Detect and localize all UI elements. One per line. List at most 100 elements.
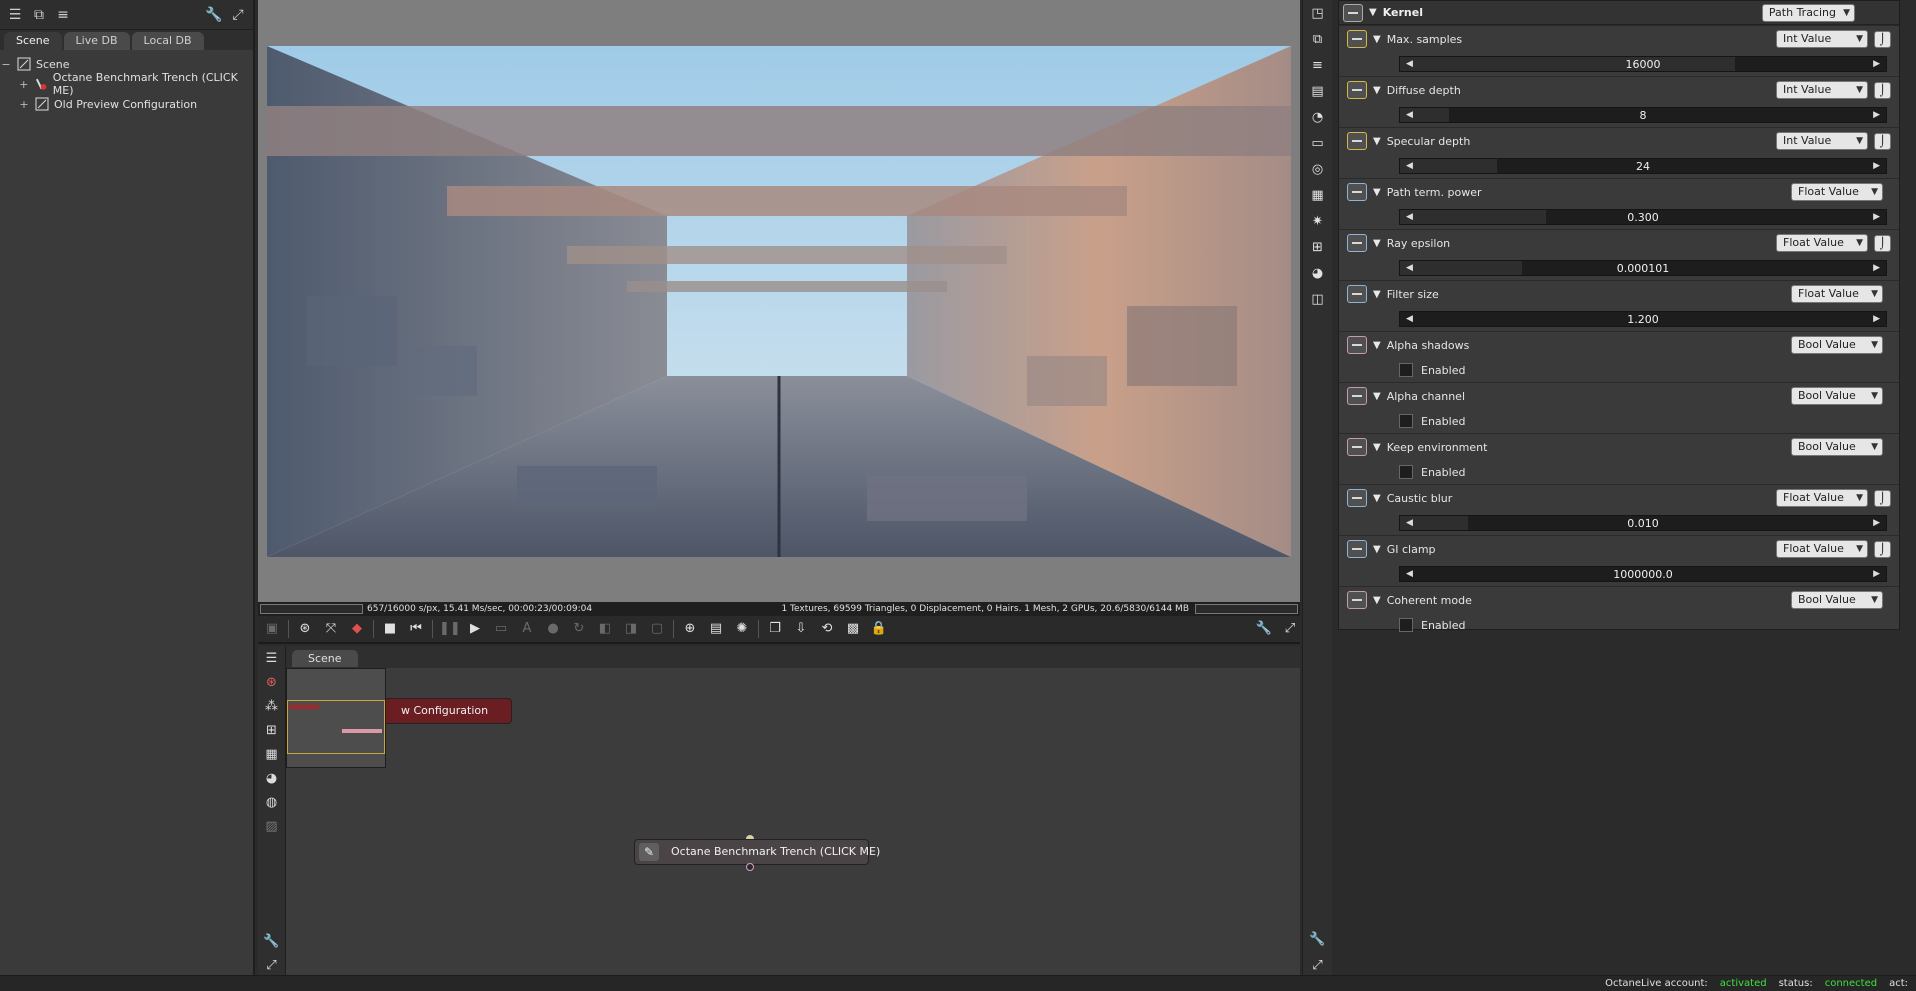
slider-value[interactable]: 0.010: [1627, 517, 1659, 530]
value-slider[interactable]: ◀ 24 ▶: [1399, 158, 1887, 174]
environment-icon[interactable]: ▤: [1308, 82, 1328, 101]
collapse-triangle-icon[interactable]: ▼: [1369, 7, 1377, 18]
collapse-triangle-icon[interactable]: ▼: [1373, 136, 1381, 147]
export-icon[interactable]: ⇩: [791, 619, 811, 639]
link-icon[interactable]: ⌡: [1874, 489, 1891, 507]
tab-live-db[interactable]: Live DB: [63, 32, 130, 50]
list-icon[interactable]: ≡: [1308, 56, 1328, 75]
minimap-viewport[interactable]: [287, 700, 385, 754]
graph-menu-icon[interactable]: ☰: [263, 650, 281, 668]
value-type-select[interactable]: Bool Value ▼: [1791, 591, 1883, 609]
collapse-triangle-icon[interactable]: ▼: [1373, 493, 1381, 504]
link-icon[interactable]: ⌡: [1874, 81, 1891, 99]
decrement-arrow-icon[interactable]: ◀: [1406, 314, 1413, 324]
value-type-select[interactable]: Float Value ▼: [1776, 234, 1868, 252]
pause-icon[interactable]: ❚❚: [439, 619, 461, 639]
collapse-icon[interactable]: ⧉: [30, 6, 48, 24]
recenter-icon[interactable]: ⤧: [321, 619, 341, 639]
collapse-triangle-icon[interactable]: ▼: [1373, 544, 1381, 555]
value-slider[interactable]: ◀ 1000000.0 ▶: [1399, 566, 1887, 582]
value-type-select[interactable]: Int Value ▼: [1776, 30, 1868, 48]
monitor-icon[interactable]: ▭: [491, 619, 511, 639]
play-icon[interactable]: ▶: [465, 619, 485, 639]
tab-scene-graph[interactable]: Scene: [292, 650, 358, 667]
tree-item-old-preview[interactable]: + Old Preview Configuration: [0, 94, 253, 114]
value-type-select[interactable]: Bool Value ▼: [1791, 336, 1883, 354]
value-slider[interactable]: ◀ 16000 ▶: [1399, 56, 1887, 72]
frame-icon[interactable]: ▤: [706, 619, 726, 639]
enabled-checkbox[interactable]: [1399, 363, 1413, 377]
light-icon[interactable]: ✷: [1308, 212, 1328, 231]
link-icon[interactable]: ⌡: [1874, 234, 1891, 252]
arrange-icon[interactable]: ⁂: [263, 698, 281, 716]
expand-icon[interactable]: ≡: [54, 6, 72, 24]
lock-region-icon[interactable]: ▢: [647, 619, 667, 639]
collapse-triangle-icon[interactable]: ▼: [1373, 391, 1381, 402]
collapse-triangle-icon[interactable]: ▼: [1373, 238, 1381, 249]
node-graph-editor[interactable]: ☰ ⊛ ⁂ ⊞ ▦ ◕ ◍ ▨ 🔧 ⤢ Scene w Configuratio…: [258, 646, 1300, 975]
film-region-icon[interactable]: ◨: [621, 619, 641, 639]
value-type-select[interactable]: Float Value ▼: [1791, 183, 1883, 201]
increment-arrow-icon[interactable]: ▶: [1873, 263, 1880, 273]
increment-arrow-icon[interactable]: ▶: [1873, 569, 1880, 579]
expand-toggle-icon[interactable]: +: [18, 78, 29, 91]
sync-icon[interactable]: ⟲: [817, 619, 837, 639]
enabled-checkbox[interactable]: [1399, 414, 1413, 428]
spinner-icon[interactable]: ✺: [732, 619, 752, 639]
tab-local-db[interactable]: Local DB: [131, 32, 204, 50]
value-type-select[interactable]: Int Value ▼: [1776, 81, 1868, 99]
increment-arrow-icon[interactable]: ▶: [1873, 161, 1880, 171]
decrement-arrow-icon[interactable]: ◀: [1406, 569, 1413, 579]
maximize-icon[interactable]: ⤢: [1308, 956, 1328, 975]
maximize-icon[interactable]: ⤢: [229, 6, 247, 24]
value-type-select[interactable]: Float Value ▼: [1791, 285, 1883, 303]
rotate-icon[interactable]: ↻: [569, 619, 589, 639]
viewport-icon[interactable]: ▣: [262, 619, 282, 639]
value-type-select[interactable]: Bool Value ▼: [1791, 387, 1883, 405]
collapse-triangle-icon[interactable]: ▼: [1373, 340, 1381, 351]
decrement-arrow-icon[interactable]: ◀: [1406, 518, 1413, 528]
value-slider[interactable]: ◀ 0.000101 ▶: [1399, 260, 1887, 276]
slider-value[interactable]: 1.200: [1627, 313, 1659, 326]
value-type-select[interactable]: Float Value ▼: [1776, 489, 1868, 507]
node-octane-benchmark[interactable]: ✎ Octane Benchmark Trench (CLICK ME): [634, 839, 880, 865]
copy-icon[interactable]: ❐: [765, 619, 785, 639]
node-old-preview-configuration[interactable]: w Configuration: [378, 698, 512, 724]
material-icon[interactable]: ◕: [263, 770, 281, 788]
increment-arrow-icon[interactable]: ▶: [1873, 314, 1880, 324]
tree-item-benchmark[interactable]: + Octane Benchmark Trench (CLICK ME): [0, 71, 253, 97]
value-slider[interactable]: ◀ 0.300 ▶: [1399, 209, 1887, 225]
color-icon[interactable]: ●: [543, 619, 563, 639]
reset-icon[interactable]: ⊛: [263, 674, 281, 692]
wrench-icon[interactable]: 🔧: [205, 6, 223, 24]
cube-icon[interactable]: ◆: [347, 619, 367, 639]
increment-arrow-icon[interactable]: ▶: [1873, 110, 1880, 120]
reset-camera-icon[interactable]: ⊛: [295, 619, 315, 639]
link-icon[interactable]: ⌡: [1874, 132, 1891, 150]
link-icon[interactable]: ⌡: [1874, 30, 1891, 48]
value-slider[interactable]: ◀ 0.010 ▶: [1399, 515, 1887, 531]
collapse-triangle-icon[interactable]: ▼: [1373, 34, 1381, 45]
zoom-icon[interactable]: ⊕: [680, 619, 700, 639]
maximize-icon[interactable]: ⤢: [263, 957, 281, 975]
increment-arrow-icon[interactable]: ▶: [1873, 518, 1880, 528]
graph-minimap[interactable]: [286, 668, 386, 768]
tab-scene[interactable]: Scene: [4, 32, 62, 50]
collapse-triangle-icon[interactable]: ▼: [1373, 289, 1381, 300]
decrement-arrow-icon[interactable]: ◀: [1406, 212, 1413, 222]
image-icon[interactable]: ▦: [263, 746, 281, 764]
decrement-arrow-icon[interactable]: ◀: [1406, 110, 1413, 120]
outliner-menu-icon[interactable]: ☰: [6, 6, 24, 24]
material-icon[interactable]: ◕: [1308, 264, 1328, 283]
imager-icon[interactable]: ⊞: [1308, 238, 1328, 257]
collapse-triangle-icon[interactable]: ▼: [1373, 85, 1381, 96]
expand-toggle-icon[interactable]: +: [18, 98, 30, 111]
value-slider[interactable]: ◀ 8 ▶: [1399, 107, 1887, 123]
monitor-icon[interactable]: ▭: [1308, 134, 1328, 153]
increment-arrow-icon[interactable]: ▶: [1873, 212, 1880, 222]
slider-value[interactable]: 1000000.0: [1613, 568, 1673, 581]
node-output-pin[interactable]: [746, 863, 754, 871]
collapse-triangle-icon[interactable]: ▼: [1373, 442, 1381, 453]
sphere-icon[interactable]: ◍: [263, 794, 281, 812]
af-icon[interactable]: A: [517, 619, 537, 639]
